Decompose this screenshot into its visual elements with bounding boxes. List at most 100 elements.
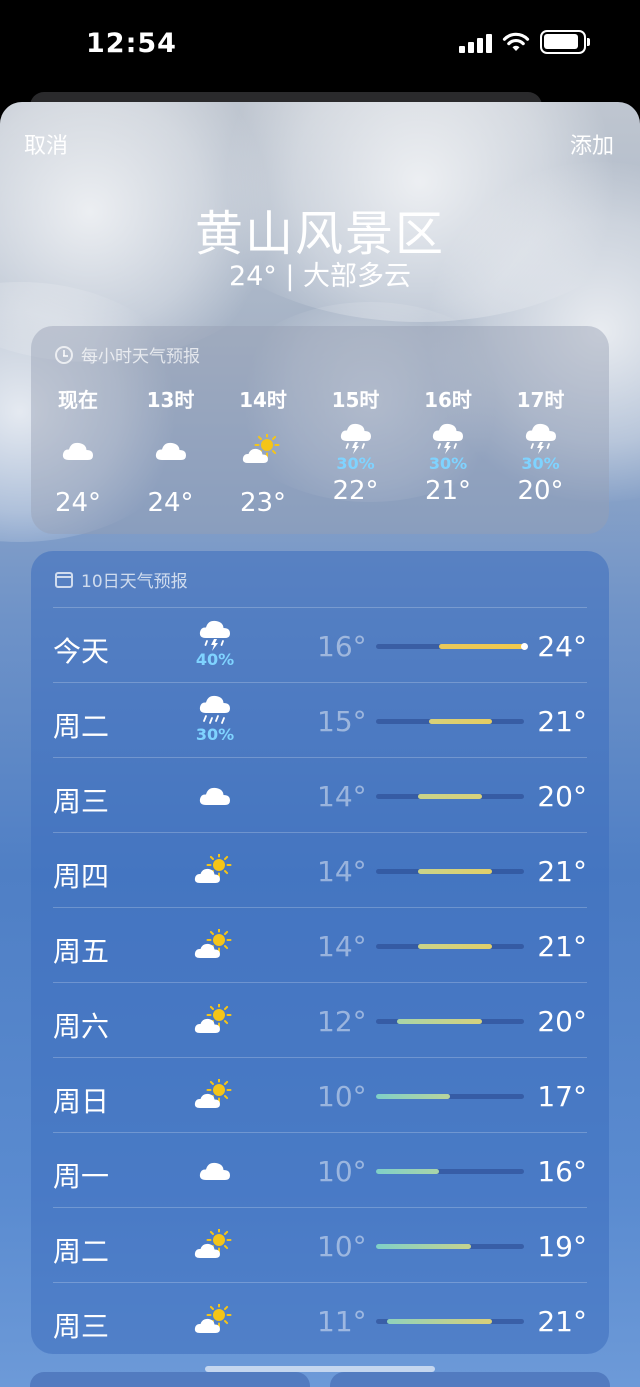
partly-sunny-icon xyxy=(188,928,242,962)
daily-forecast-row[interactable]: 今天 40% 16° 24° xyxy=(53,607,587,682)
daily-forecast-row[interactable]: 周三 11° 21° xyxy=(53,1282,587,1354)
daily-weather-icon: 30% xyxy=(188,693,242,744)
location-preview-sheet: 取消 添加 黄山风景区 24° | 大部多云 每小时天气预报 现在 24° 13时 2… xyxy=(0,102,640,1387)
thunderstorm-icon xyxy=(321,420,391,456)
hourly-time: 14时 xyxy=(239,388,287,412)
current-temperature-dot xyxy=(521,643,528,650)
daily-high-temperature: 20° xyxy=(537,780,587,813)
hourly-forecast-card[interactable]: 每小时天气预报 现在 24° 13时 24° 14时 23° 15时 30% 22° 16时 30%… xyxy=(31,326,609,534)
partly-sunny-icon xyxy=(188,1003,242,1037)
daily-weather-icon xyxy=(188,778,242,812)
temperature-range-fill xyxy=(397,1019,482,1024)
daily-low-temperature: 10° xyxy=(317,1155,367,1188)
daily-forecast-row[interactable]: 周六 12° 20° xyxy=(53,982,587,1057)
cloud-icon xyxy=(188,1153,242,1187)
cloud-icon xyxy=(43,432,113,468)
daily-weather-icon xyxy=(188,928,242,962)
calendar-icon xyxy=(55,571,73,588)
hourly-precipitation xyxy=(136,466,206,484)
daily-low-temperature: 12° xyxy=(317,1005,367,1038)
daily-weather-icon xyxy=(188,1303,242,1337)
battery-icon xyxy=(540,30,590,54)
cancel-button[interactable]: 取消 xyxy=(24,128,68,160)
day-name: 周二 xyxy=(53,710,110,743)
hourly-forecast-title: 每小时天气预报 xyxy=(81,347,200,367)
daily-forecast-row[interactable]: 周五 14° 21° xyxy=(53,907,587,982)
daily-weather-icon xyxy=(188,1003,242,1037)
home-indicator[interactable] xyxy=(205,1366,435,1372)
add-button[interactable]: 添加 xyxy=(570,128,614,160)
rain-icon xyxy=(188,693,242,727)
hourly-temperature: 24° xyxy=(147,488,194,518)
daily-forecast-row[interactable]: 周二 30% 15° 21° xyxy=(53,682,587,757)
partly-sunny-icon xyxy=(228,432,298,468)
daily-low-temperature: 10° xyxy=(317,1230,367,1263)
daily-low-temperature: 11° xyxy=(317,1305,367,1338)
day-name: 周六 xyxy=(53,1010,110,1043)
temperature-range-bar xyxy=(376,643,528,650)
daily-high-temperature: 16° xyxy=(537,1155,587,1188)
temperature-range-fill xyxy=(386,1319,493,1324)
temperature-range-bar xyxy=(376,869,524,874)
day-name: 周三 xyxy=(53,785,110,818)
day-name: 周一 xyxy=(53,1160,110,1193)
partly-sunny-icon xyxy=(188,853,242,887)
daily-low-temperature: 16° xyxy=(317,630,367,663)
daily-low-temperature: 14° xyxy=(317,780,367,813)
hourly-temperature: 20° xyxy=(517,476,564,506)
daily-forecast-card[interactable]: 10日天气预报 今天 40% 16° 24° 周二 30% 15° 21° 周三 14° 20° 周四… xyxy=(31,551,609,1354)
daily-high-temperature: 20° xyxy=(537,1005,587,1038)
hourly-time: 13时 xyxy=(146,388,195,412)
hourly-precipitation: 30% xyxy=(521,454,560,473)
hourly-temperature: 21° xyxy=(424,476,472,506)
daily-forecast-title: 10日天气预报 xyxy=(81,572,188,592)
hourly-time: 17时 xyxy=(516,388,565,412)
clock-icon xyxy=(55,345,73,364)
temperature-range-fill xyxy=(418,944,493,949)
daily-weather-icon xyxy=(188,1153,242,1187)
temperature-range-fill xyxy=(376,1169,440,1174)
status-time: 12:54 xyxy=(86,28,177,59)
daily-forecast-row[interactable]: 周四 14° 21° xyxy=(53,832,587,907)
bottom-card-peek xyxy=(30,1372,310,1387)
temperature-range-fill xyxy=(418,869,493,874)
status-bar: 12:54 xyxy=(0,0,640,90)
daily-low-temperature: 10° xyxy=(317,1080,367,1113)
cloud-icon xyxy=(188,778,242,812)
daily-forecast-row[interactable]: 周日 10° 17° xyxy=(53,1057,587,1132)
temperature-range-bar xyxy=(376,1319,524,1324)
daily-precipitation: 40% xyxy=(195,650,235,669)
daily-high-temperature: 21° xyxy=(537,930,587,963)
hourly-time: 16时 xyxy=(424,388,472,412)
daily-forecast-row[interactable]: 周一 10° 16° xyxy=(53,1132,587,1207)
hourly-item: 14时 23° xyxy=(228,384,298,518)
status-icons xyxy=(459,30,590,54)
daily-high-temperature: 21° xyxy=(537,1305,587,1338)
thunderstorm-icon xyxy=(188,618,242,652)
temperature-range-bar xyxy=(376,944,524,949)
hourly-item: 13时 24° xyxy=(136,384,206,518)
day-name: 周日 xyxy=(53,1085,110,1118)
daily-forecast-row[interactable]: 周三 14° 20° xyxy=(53,757,587,832)
bottom-card-peek xyxy=(330,1372,610,1387)
daily-weather-icon: 40% xyxy=(188,618,242,669)
temperature-range-bar xyxy=(376,1169,524,1174)
daily-weather-icon xyxy=(188,1078,242,1112)
daily-low-temperature: 14° xyxy=(317,930,367,963)
day-name: 周二 xyxy=(53,1235,110,1268)
thunderstorm-icon xyxy=(506,420,576,456)
hourly-precipitation xyxy=(228,466,298,484)
current-summary: 24° | 大部多云 xyxy=(228,261,412,292)
daily-forecast-row[interactable]: 周二 10° 19° xyxy=(53,1207,587,1282)
daily-high-temperature: 19° xyxy=(537,1230,587,1263)
temperature-range-bar xyxy=(376,1019,524,1024)
hourly-item: 现在 24° xyxy=(43,384,113,518)
temperature-range-bar xyxy=(376,1244,524,1249)
hourly-precipitation xyxy=(43,466,113,484)
temperature-range-bar xyxy=(376,794,524,799)
day-name: 周五 xyxy=(53,935,110,968)
hourly-time: 现在 xyxy=(58,388,98,412)
hourly-precipitation: 30% xyxy=(428,454,468,473)
daily-high-temperature: 17° xyxy=(537,1080,587,1113)
hourly-temperature: 23° xyxy=(239,488,287,518)
